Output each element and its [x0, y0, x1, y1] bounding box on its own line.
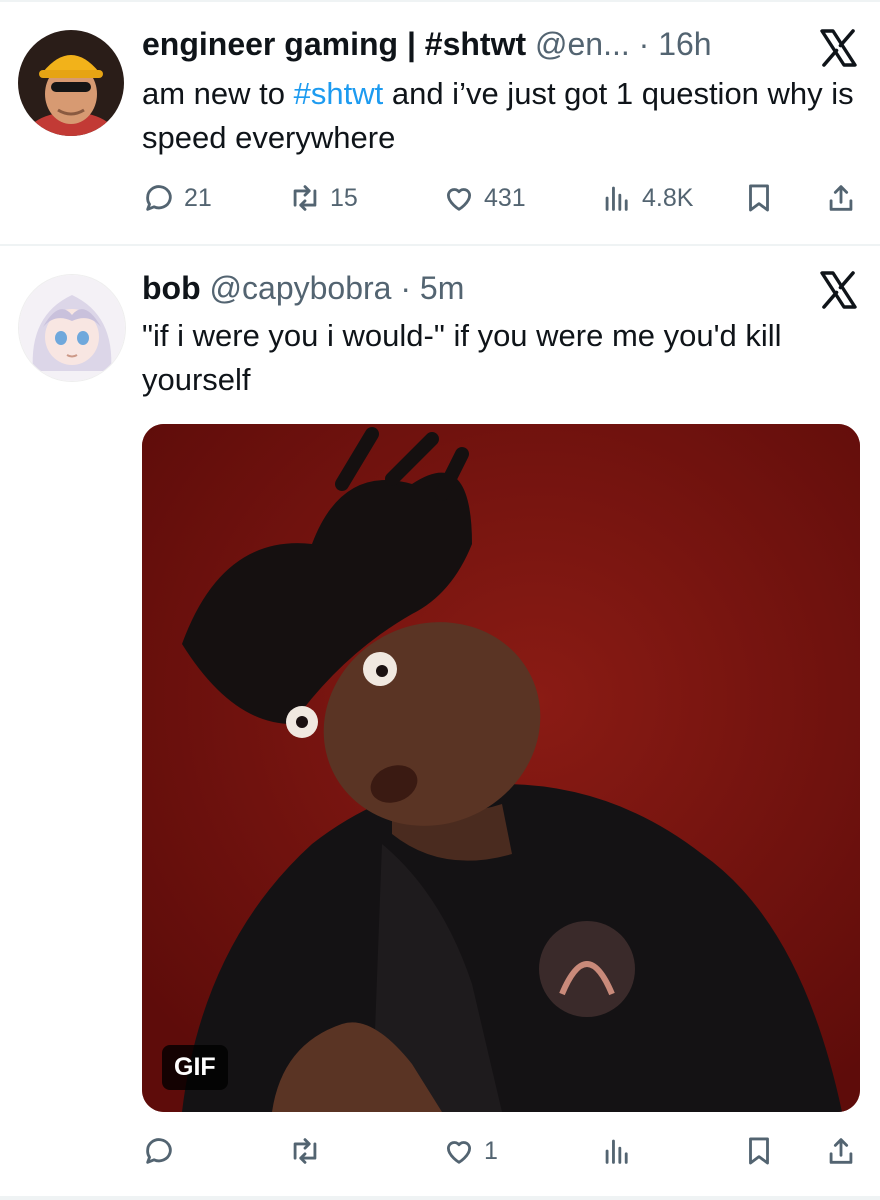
display-name[interactable]: engineer gaming | #shtwt	[142, 26, 526, 62]
share-button[interactable]	[824, 1131, 858, 1171]
like-button[interactable]: 431	[442, 178, 526, 218]
bookmark-icon	[749, 1137, 769, 1165]
bookmark-button[interactable]	[742, 1131, 776, 1171]
views-icon	[605, 186, 628, 211]
retweet-icon	[293, 185, 317, 211]
bookmark-icon	[749, 184, 769, 212]
tweet-text: am new to #shtwt and i’ve just got 1 que…	[142, 72, 860, 160]
retweet-icon	[293, 1138, 317, 1164]
action-bar: 1	[142, 1131, 860, 1171]
like-icon	[446, 188, 472, 211]
retweet-count: 15	[330, 183, 358, 212]
x-logo-icon	[818, 270, 858, 310]
action-bar: 21 15 431 4.8K	[142, 178, 860, 218]
reply-count: 21	[184, 183, 212, 212]
like-icon	[446, 1141, 472, 1164]
views-icon	[605, 1139, 628, 1164]
views-count: 4.8K	[642, 183, 694, 212]
avatar[interactable]	[18, 274, 126, 382]
views-button[interactable]: 4.8K	[600, 178, 693, 218]
gif-badge: GIF	[162, 1045, 228, 1090]
tweet-text-part: am new to	[142, 76, 294, 111]
avatar[interactable]	[18, 30, 124, 136]
bookmark-button[interactable]	[742, 178, 776, 218]
tweet-header: bob @capybobra · 5m	[142, 268, 790, 308]
tweet-engineer-gaming[interactable]: engineer gaming | #shtwt @en... · 16h am…	[0, 0, 880, 244]
anime-girl-avatar	[19, 275, 125, 381]
share-icon	[829, 185, 853, 211]
tweet-text: "if i were you i would-" if you were me …	[142, 318, 782, 397]
reply-icon	[146, 1138, 172, 1164]
tweet-bob[interactable]: bob @capybobra · 5m "if i were you i wou…	[0, 246, 880, 1200]
share-button[interactable]	[824, 178, 858, 218]
reply-button[interactable]: 21	[142, 178, 212, 218]
handle-and-time[interactable]: @en... · 16h	[535, 26, 712, 62]
display-name[interactable]: bob	[142, 270, 201, 306]
tweet-header: engineer gaming | #shtwt @en... · 16h	[142, 24, 790, 64]
x-logo-icon	[818, 28, 858, 68]
gif-media[interactable]: GIF	[142, 424, 860, 1112]
like-count: 431	[484, 183, 526, 212]
like-button[interactable]: 1	[442, 1131, 498, 1171]
retweet-button[interactable]	[288, 1131, 322, 1171]
retweet-button[interactable]: 15	[288, 178, 358, 218]
hashtag-link[interactable]: #shtwt	[294, 76, 384, 111]
bottom-divider	[0, 1196, 880, 1200]
like-count: 1	[484, 1136, 498, 1165]
reply-button[interactable]	[142, 1131, 176, 1171]
gif-image	[142, 424, 860, 1112]
handle-and-time[interactable]: @capybobra · 5m	[210, 270, 465, 306]
views-button[interactable]	[600, 1131, 634, 1171]
share-icon	[829, 1138, 853, 1164]
hardhat-engineer-avatar	[18, 30, 124, 136]
reply-icon	[146, 185, 172, 211]
